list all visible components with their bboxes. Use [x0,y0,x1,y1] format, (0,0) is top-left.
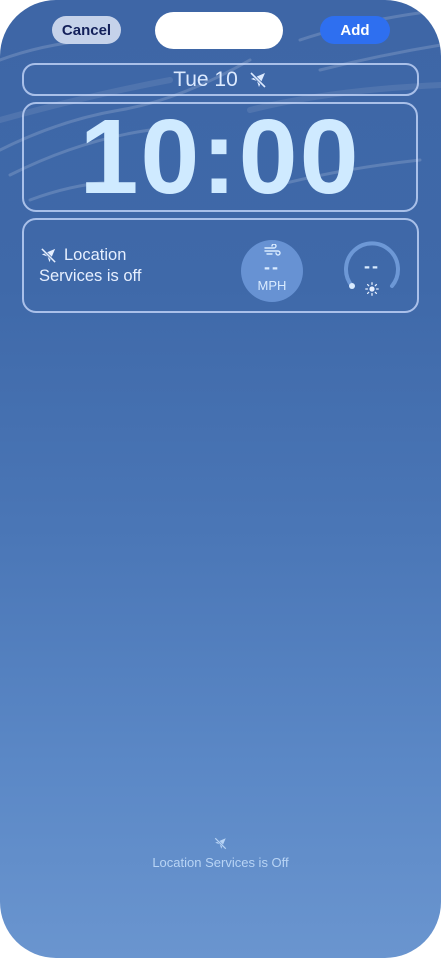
location-line2: Services is off [39,267,142,285]
sun-icon [365,282,379,296]
widgets-slot[interactable]: Location Services is off -- MPH -- [22,218,419,313]
location-off-icon [249,71,266,88]
lock-screen-editor: Cancel Add Tue 10 10:00 Location Service… [0,0,441,958]
wind-value: -- [264,257,280,277]
date-widget-slot[interactable]: Tue 10 [22,63,419,96]
date-text: Tue 10 [173,67,238,91]
add-button[interactable]: Add [320,16,390,44]
clock-slot[interactable]: 10:00 [22,102,418,212]
wind-icon [264,244,281,256]
wind-widget[interactable]: -- MPH [241,240,303,302]
footer-text: Location Services is Off [152,855,289,870]
uv-value: -- [364,256,380,276]
wind-unit: MPH [257,278,287,293]
location-off-icon [40,247,57,264]
location-widget[interactable]: Location Services is off [39,245,141,287]
clock-time: 10:00 [79,98,361,216]
uv-gauge-widget[interactable]: -- [340,236,404,300]
cancel-button[interactable]: Cancel [52,16,121,44]
location-line1: Location [64,246,127,264]
location-off-icon [214,837,227,850]
location-footer: Location Services is Off [0,836,441,870]
dynamic-island [155,12,283,49]
